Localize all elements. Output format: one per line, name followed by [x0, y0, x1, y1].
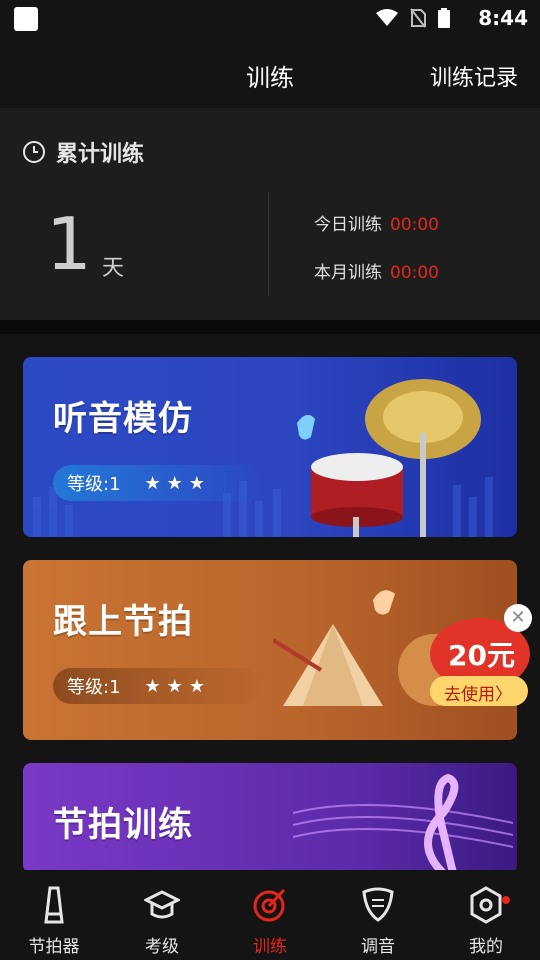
notification-app-icon [14, 7, 38, 31]
tab-tuner[interactable]: 调音 [324, 870, 432, 960]
summary-divider [268, 192, 269, 296]
page-header: 训练 训练记录 [0, 36, 540, 108]
clock-icon [23, 141, 45, 163]
drum-cymbal-illustration [297, 379, 481, 537]
coupon-action-label: 去使用 [444, 685, 495, 705]
tab-label: 节拍器 [28, 937, 80, 957]
card-title: 跟上节拍 [53, 602, 193, 642]
tab-metronome[interactable]: 节拍器 [0, 870, 108, 960]
beat-training-card[interactable]: 节拍训练 [23, 763, 517, 873]
summary-label: 累计训练 [56, 142, 145, 167]
month-training-value: 00:00 [390, 263, 439, 283]
wifi-icon [376, 9, 398, 26]
no-sim-icon [410, 8, 426, 28]
status-icons [376, 8, 450, 28]
training-summary-panel: 累计训练 1 天 今日训练 00:00 本月训练 00:00 [0, 108, 540, 320]
tab-training[interactable]: 训练 [216, 870, 324, 960]
star-rating: ★★★ [144, 675, 211, 697]
card-title: 听音模仿 [53, 399, 193, 439]
level-pill: 等级:1 ★★★ [53, 668, 263, 704]
notification-dot [502, 896, 510, 904]
level-text: 等级:1 [67, 474, 121, 495]
training-record-link[interactable]: 训练记录 [430, 60, 518, 92]
profile-hex-icon [470, 886, 502, 924]
close-icon[interactable]: ✕ [504, 604, 532, 632]
bottom-tab-bar: 节拍器 考级 训练 调音 我的 [0, 870, 540, 960]
month-training-label: 本月训练 [314, 263, 382, 283]
month-training-row: 本月训练 00:00 [314, 258, 439, 283]
graduation-cap-icon [144, 890, 180, 919]
level-pill: 等级:1 ★★★ [53, 465, 263, 501]
tab-label: 训练 [253, 937, 287, 957]
tab-mine[interactable]: 我的 [432, 870, 540, 960]
today-training-value: 00:00 [390, 215, 439, 235]
coupon-amount: 20元 [448, 639, 515, 672]
tuner-pick-icon [362, 887, 394, 922]
total-days-value: 1 [46, 202, 92, 286]
battery-icon [438, 8, 450, 28]
target-icon [253, 888, 286, 922]
coupon-use-button[interactable]: 去使用〉 [444, 680, 512, 705]
today-training-row: 今日训练 00:00 [314, 210, 439, 235]
status-bar: 8:44 [0, 0, 540, 36]
level-text: 等级:1 [67, 677, 121, 698]
card-title: 节拍训练 [53, 805, 193, 845]
metronome-icon [44, 886, 64, 924]
status-time: 8:44 [478, 6, 528, 30]
tab-label: 调音 [361, 937, 395, 957]
summary-header: 累计训练 [22, 136, 144, 168]
listen-imitate-card[interactable]: 听音模仿 等级:1 ★★★ [23, 357, 517, 537]
tab-label: 考级 [145, 937, 179, 957]
chevron-right-icon: 〉 [495, 685, 512, 705]
star-rating: ★★★ [144, 472, 211, 494]
today-training-label: 今日训练 [314, 215, 382, 235]
section-divider [0, 320, 540, 334]
tab-exam[interactable]: 考级 [108, 870, 216, 960]
treble-clef-illustration [293, 773, 513, 873]
total-days-unit: 天 [102, 256, 125, 281]
tab-label: 我的 [469, 937, 503, 957]
coupon-popup[interactable]: 20元 去使用〉 ✕ [398, 604, 536, 720]
